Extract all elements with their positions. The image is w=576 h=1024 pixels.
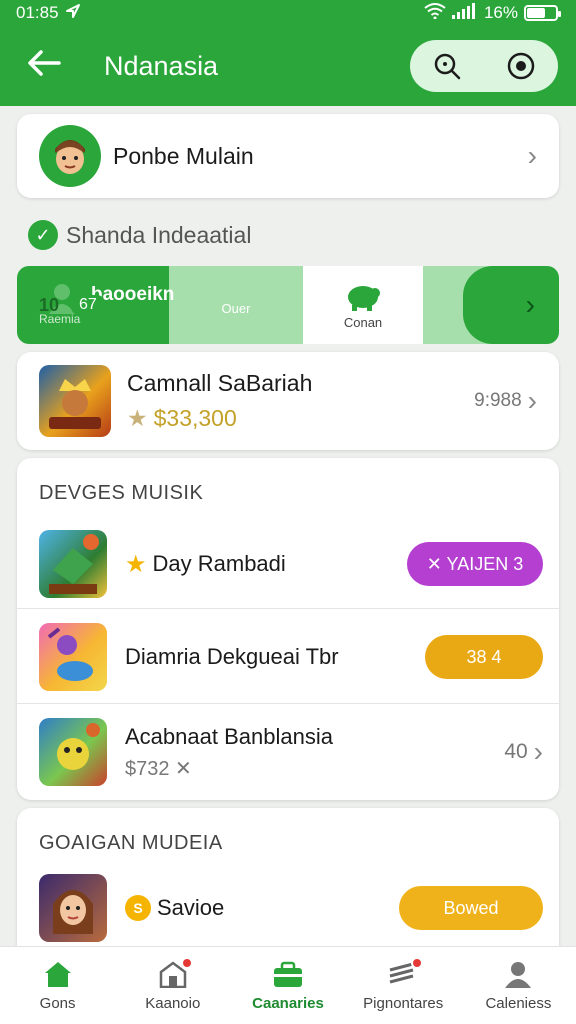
- list-item[interactable]: Diamria Dekgueai Tbr 38 4: [17, 614, 559, 700]
- nav-item-pignontares[interactable]: Pignontares: [346, 947, 461, 1024]
- item-meta-value: 40: [504, 740, 528, 763]
- search-icon: [425, 44, 469, 88]
- star-icon: ★: [127, 405, 148, 431]
- stack-icon: [387, 957, 424, 989]
- chevron-right-icon: ›: [527, 140, 537, 171]
- item-action-button[interactable]: ✕ YAIJEN 3: [407, 542, 543, 586]
- record-button[interactable]: [499, 44, 543, 88]
- featured-price-row: ★ $33,300: [127, 405, 474, 432]
- briefcase-icon: [272, 959, 304, 989]
- featured-name: Camnall SaBariah: [127, 370, 313, 396]
- bottom-navigation: Gons Kaanoio Caanaries Pignontares Calen…: [0, 946, 576, 1024]
- nav-item-caanaries[interactable]: Caanaries: [230, 947, 345, 1024]
- list-item[interactable]: Acabnaat Banblansia $732 ✕ 40 ›: [17, 710, 559, 794]
- list-item[interactable]: ★ Day Rambadi ✕ YAIJEN 3: [17, 524, 559, 604]
- toolbar-actions: [410, 40, 558, 92]
- store-icon: [157, 957, 193, 989]
- location-arrow-icon: [65, 3, 81, 24]
- featured-item[interactable]: Camnall SaBariah ★ $33,300 9:988 ›: [17, 352, 559, 450]
- home-icon: [42, 959, 74, 989]
- signal-icon: [451, 2, 478, 24]
- chevron-right-icon: ›: [533, 736, 543, 767]
- stats-banner[interactable]: baooeikn Raemia 10 67 Ouer Conan ›: [17, 266, 559, 344]
- notification-dot: [411, 957, 424, 969]
- promo-action-button[interactable]: Bowed: [399, 886, 543, 930]
- battery-percent: 16%: [483, 3, 518, 22]
- status-bar: 01:85 16%: [0, 0, 576, 26]
- item-name: Acabnaat Banblansia: [125, 723, 333, 749]
- nav-item-gons[interactable]: Gons: [0, 947, 115, 1024]
- chevron-right-icon: ›: [525, 289, 535, 320]
- coin-icon: S: [125, 895, 151, 921]
- banner-segment-4[interactable]: ›: [423, 266, 559, 344]
- banner-segment-3-label: Conan: [343, 314, 383, 330]
- item-name: Savioe: [157, 895, 225, 920]
- profile-name: Ponbe Mulain: [113, 142, 254, 169]
- section-label: ✓ Shanda Indeaatial: [28, 220, 251, 250]
- nav-label: Pignontares: [363, 995, 444, 1012]
- list-card: DEVGES MUISIK ★ Day Rambadi ✕ YAIJEN 3 Di…: [17, 458, 559, 800]
- list-heading: DEVGES MUISIK: [39, 482, 204, 504]
- record-icon: [499, 44, 543, 88]
- person-avatar-icon: [55, 140, 85, 174]
- check-circle-icon: ✓: [28, 220, 58, 250]
- list-item[interactable]: S Savioe Bowed: [17, 872, 559, 944]
- item-thumbnail: [39, 623, 107, 691]
- promo-heading: GOAIGAN MUDEIA: [39, 832, 223, 854]
- user-icon: [502, 959, 534, 989]
- banner-accent: [463, 266, 559, 344]
- wifi-icon: [424, 2, 446, 24]
- page-title: Ndanasia: [104, 50, 219, 81]
- banner-segment-2[interactable]: 10 67 Ouer: [39, 266, 303, 344]
- item-thumbnail: [39, 718, 107, 786]
- item-thumbnail: [39, 874, 107, 942]
- notification-dot: [180, 957, 193, 969]
- nav-item-caleniess[interactable]: Caleniess: [461, 947, 576, 1024]
- item-meta: 40 ›: [504, 736, 543, 768]
- nav-label: Caanaries: [252, 995, 324, 1012]
- app-bar: Ndanasia: [0, 26, 576, 106]
- banner-value-b: 67: [71, 295, 105, 315]
- profile-card[interactable]: Ponbe Mulain ›: [17, 114, 559, 198]
- back-button[interactable]: [12, 34, 76, 98]
- star-icon: ★: [125, 550, 147, 578]
- featured-meta: 9:988: [474, 390, 522, 411]
- item-price: $732 ✕: [125, 757, 192, 780]
- nav-label: Gons: [39, 995, 76, 1012]
- nav-label: Kaanoio: [145, 995, 201, 1012]
- featured-thumbnail: [39, 365, 111, 437]
- nav-label: Caleniess: [485, 995, 552, 1012]
- banner-value-a: 10: [39, 294, 60, 315]
- avatar: [39, 125, 101, 187]
- item-name: Diamria Dekgueai Tbr: [125, 644, 339, 669]
- battery-icon: [524, 5, 561, 21]
- status-time: 01:85: [16, 3, 59, 22]
- item-thumbnail: [39, 530, 107, 598]
- section-label-text: Shanda Indeaatial: [66, 221, 252, 248]
- item-action-button[interactable]: 38 4: [425, 635, 543, 679]
- nav-item-kaanoio[interactable]: Kaanoio: [115, 947, 230, 1024]
- search-button[interactable]: [425, 44, 469, 88]
- featured-price: $33,300: [153, 405, 237, 431]
- item-name: Day Rambadi: [152, 551, 286, 576]
- arrow-left-icon: [27, 49, 61, 83]
- chevron-right-icon: ›: [527, 385, 537, 416]
